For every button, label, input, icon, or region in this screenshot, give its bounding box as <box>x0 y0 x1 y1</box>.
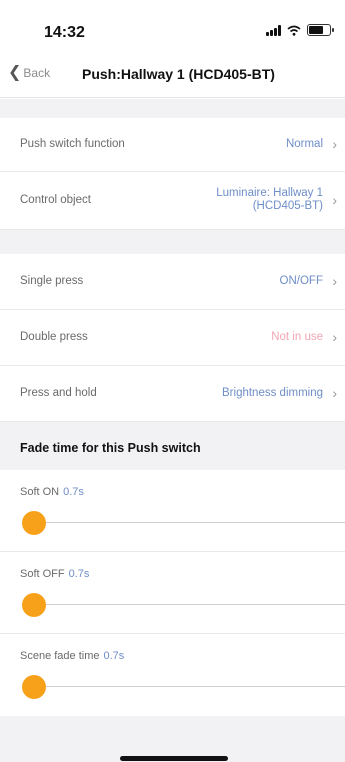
section-title: Fade time for this Push switch <box>20 441 201 455</box>
cellular-signal-icon <box>266 24 281 36</box>
slider-label: Soft OFF 0.7s <box>20 568 89 580</box>
section-divider <box>0 99 345 118</box>
status-time: 14:32 <box>44 24 85 41</box>
chevron-left-icon: ❮ <box>8 64 22 81</box>
bottom-area <box>0 716 345 762</box>
slider-thumb[interactable] <box>22 511 46 535</box>
single-press-row[interactable]: Single press ON/OFF › <box>0 254 345 310</box>
chevron-right-icon: › <box>332 192 337 208</box>
chevron-right-icon: › <box>332 273 337 289</box>
slider-name: Scene fade time <box>20 650 100 662</box>
page-title: Push:Hallway 1 (HCD405-BT) <box>82 66 275 82</box>
status-bar: 14:32 <box>0 0 345 50</box>
slider-name: Soft OFF <box>20 568 65 580</box>
back-label: Back <box>23 66 51 80</box>
soft-off-slider-block: Soft OFF 0.7s <box>0 552 345 634</box>
soft-on-slider-block: Soft ON 0.7s <box>0 470 345 552</box>
section-divider <box>0 230 345 254</box>
slider-label: Scene fade time 0.7s <box>20 650 124 662</box>
double-press-row[interactable]: Double press Not in use › <box>0 310 345 366</box>
chevron-right-icon: › <box>332 136 337 152</box>
navigation-bar: ❮ Back Push:Hallway 1 (HCD405-BT) <box>0 50 345 98</box>
slider-value: 0.7s <box>63 486 84 498</box>
slider-track[interactable] <box>34 686 345 687</box>
row-value: Luminaire: Hallway 1 (HCD405-BT) <box>216 187 323 213</box>
scene-fade-slider-block: Scene fade time 0.7s <box>0 634 345 716</box>
slider-label: Soft ON 0.7s <box>20 486 84 498</box>
chevron-right-icon: › <box>332 329 337 345</box>
home-indicator[interactable] <box>120 756 228 761</box>
slider-thumb[interactable] <box>22 593 46 617</box>
slider-track[interactable] <box>34 522 345 523</box>
battery-icon <box>307 24 334 36</box>
row-value: Not in use <box>271 331 323 343</box>
row-value: Normal <box>285 138 323 150</box>
row-label: Press and hold <box>20 387 97 399</box>
fade-time-section-header: Fade time for this Push switch <box>0 422 345 470</box>
slider-name: Soft ON <box>20 486 60 498</box>
row-value: ON/OFF <box>279 275 323 287</box>
row-label: Control object <box>20 194 91 206</box>
back-button[interactable]: ❮ Back <box>8 64 51 81</box>
slider-value: 0.7s <box>68 568 90 580</box>
row-value: Brightness dimming <box>222 387 323 399</box>
slider-thumb[interactable] <box>22 675 46 699</box>
chevron-right-icon: › <box>332 385 337 401</box>
row-label: Double press <box>20 331 88 343</box>
row-label: Push switch function <box>20 138 125 150</box>
push-switch-function-row[interactable]: Push switch function Normal › <box>0 118 345 172</box>
status-icons <box>266 24 334 36</box>
control-object-row[interactable]: Control object Luminaire: Hallway 1 (HCD… <box>0 172 345 230</box>
row-value-line: Luminaire: Hallway 1 <box>216 187 323 199</box>
row-value-line: (HCD405-BT) <box>252 200 323 212</box>
wifi-icon <box>287 25 301 36</box>
row-label: Single press <box>20 275 84 287</box>
press-and-hold-row[interactable]: Press and hold Brightness dimming › <box>0 366 345 422</box>
slider-value: 0.7s <box>103 650 125 662</box>
slider-track[interactable] <box>34 604 345 605</box>
